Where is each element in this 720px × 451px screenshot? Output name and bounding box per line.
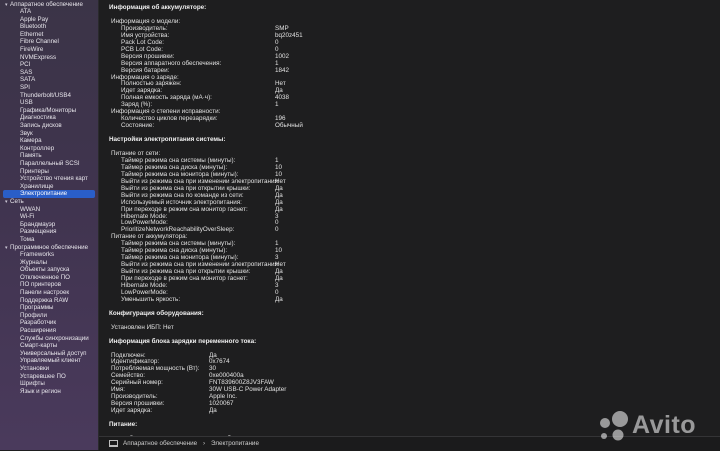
- sidebar-item[interactable]: Расширения: [0, 327, 98, 335]
- system-information-window: ▾ Аппаратное обеспечение ATA Apple Pay Bluet…: [0, 0, 720, 451]
- sidebar-group[interactable]: ▾ Аппаратное обеспечение: [0, 1, 98, 9]
- sidebar-item[interactable]: SPI: [0, 84, 98, 92]
- sidebar-item[interactable]: Запись дисков: [0, 122, 98, 130]
- property-value: 0: [275, 226, 279, 234]
- sidebar-item[interactable]: Ethernet: [0, 31, 98, 39]
- sidebar-item[interactable]: Wi-Fi: [0, 213, 98, 221]
- sidebar-item[interactable]: Thunderbolt/USB4: [0, 92, 98, 100]
- sidebar-item[interactable]: SAS: [0, 69, 98, 77]
- sidebar-item[interactable]: Камера: [0, 137, 98, 145]
- laptop-icon: [109, 437, 121, 451]
- sidebar-group[interactable]: ▾ Программное обеспечение: [0, 244, 98, 252]
- sidebar-item[interactable]: WWAN: [0, 206, 98, 214]
- sidebar-item[interactable]: Frameworks: [0, 251, 98, 259]
- section-heading: Настройки электропитания системы:: [109, 136, 226, 144]
- sidebar-list: ▾ Аппаратное обеспечение ATA Apple Pay Bluet…: [0, 0, 98, 395]
- path-separator-icon: ›: [203, 440, 206, 447]
- sidebar-item[interactable]: Устройство чтения карт: [0, 175, 98, 183]
- sidebar-group[interactable]: ▾ Сеть: [0, 198, 98, 206]
- sidebar-item[interactable]: FireWire: [0, 46, 98, 54]
- sidebar-item[interactable]: SATA: [0, 76, 98, 84]
- sidebar-group-label: Аппаратное обеспечение: [10, 0, 83, 8]
- sidebar-item[interactable]: Панели настроек: [0, 289, 98, 297]
- sidebar-group-label: Сеть: [10, 197, 24, 205]
- sidebar-item[interactable]: USB: [0, 99, 98, 107]
- property-value: Да: [275, 295, 283, 303]
- sidebar-item[interactable]: Журналы: [0, 259, 98, 267]
- sidebar-item[interactable]: Принтеры: [0, 168, 98, 176]
- sidebar-group-label: Программное обеспечение: [10, 243, 89, 251]
- property-value: Нет: [163, 323, 174, 331]
- sidebar-item[interactable]: PCI: [0, 61, 98, 69]
- section-heading: Информация блока зарядки переменного ток…: [109, 337, 257, 345]
- sidebar-item[interactable]: Отключенное ПО: [0, 274, 98, 282]
- sidebar-item[interactable]: Устаревшее ПО: [0, 373, 98, 381]
- sidebar-item[interactable]: Профили: [0, 312, 98, 320]
- property-value: bq20z451: [275, 31, 303, 39]
- sidebar-item[interactable]: Универсальный доступ: [0, 350, 98, 358]
- watermark-text: Avito: [632, 411, 697, 439]
- section-heading: Конфигурация оборудования:: [109, 309, 204, 317]
- sidebar-item[interactable]: ПО принтеров: [0, 281, 98, 289]
- avito-logo-icon: [600, 411, 628, 441]
- sidebar-item[interactable]: Графика/Мониторы: [0, 107, 98, 115]
- sidebar-item[interactable]: Хранилище: [0, 183, 98, 191]
- sidebar-item[interactable]: Объекты запуска: [0, 266, 98, 274]
- sidebar-item[interactable]: Управляемый клиент: [0, 357, 98, 365]
- property-value: Обычный: [275, 122, 303, 130]
- sidebar-item[interactable]: Диагностика: [0, 114, 98, 122]
- section-heading: Информация об аккумуляторе:: [109, 4, 207, 11]
- sidebar-item[interactable]: Брандмауэр: [0, 221, 98, 229]
- sidebar-item[interactable]: Тома: [0, 236, 98, 244]
- detail-pane[interactable]: Информация об аккумуляторе: Информация о …: [99, 0, 720, 450]
- sidebar-item[interactable]: Службы синхронизации: [0, 335, 98, 343]
- property-value: 1: [275, 101, 279, 109]
- property-label: Установлен ИБП:: [111, 323, 162, 331]
- sidebar-item[interactable]: Программы: [0, 304, 98, 312]
- section-heading: Питание:: [109, 421, 138, 428]
- sidebar-item[interactable]: Разработчик: [0, 319, 98, 327]
- sidebar-item[interactable]: Электропитание: [3, 190, 95, 198]
- sidebar-item[interactable]: Смарт-карты: [0, 342, 98, 350]
- property-label: Уменьшить яркость:: [121, 295, 181, 303]
- sidebar-item[interactable]: Размещения: [0, 228, 98, 236]
- sidebar-item[interactable]: Контроллер: [0, 145, 98, 153]
- sidebar-item[interactable]: Apple Pay: [0, 16, 98, 24]
- sidebar-item[interactable]: ATA: [0, 8, 98, 16]
- sidebar-item[interactable]: Язык и регион: [0, 388, 98, 396]
- sidebar-item[interactable]: Bluetooth: [0, 23, 98, 31]
- sidebar-item[interactable]: Fibre Channel: [0, 38, 98, 46]
- property-label: Идет зарядка:: [111, 407, 153, 415]
- property-value: Да: [209, 407, 217, 415]
- path-item-hardware[interactable]: Аппаратное обеспечение: [123, 437, 197, 451]
- sidebar-item[interactable]: Установки: [0, 365, 98, 373]
- property-value: 1842: [275, 66, 290, 74]
- sidebar-item[interactable]: Шрифты: [0, 380, 98, 388]
- sidebar-item[interactable]: Параллельный SCSI: [0, 160, 98, 168]
- sidebar-item[interactable]: Поддержка RAW: [0, 297, 98, 305]
- sidebar-item[interactable]: Память: [0, 152, 98, 160]
- path-item-power[interactable]: Электропитание: [211, 437, 259, 451]
- sidebar-item[interactable]: Звук: [0, 130, 98, 138]
- sidebar[interactable]: ▾ Аппаратное обеспечение ATA Apple Pay Bluet…: [0, 0, 99, 450]
- sidebar-item[interactable]: NVMExpress: [0, 54, 98, 62]
- property-label: Состояние:: [121, 122, 155, 130]
